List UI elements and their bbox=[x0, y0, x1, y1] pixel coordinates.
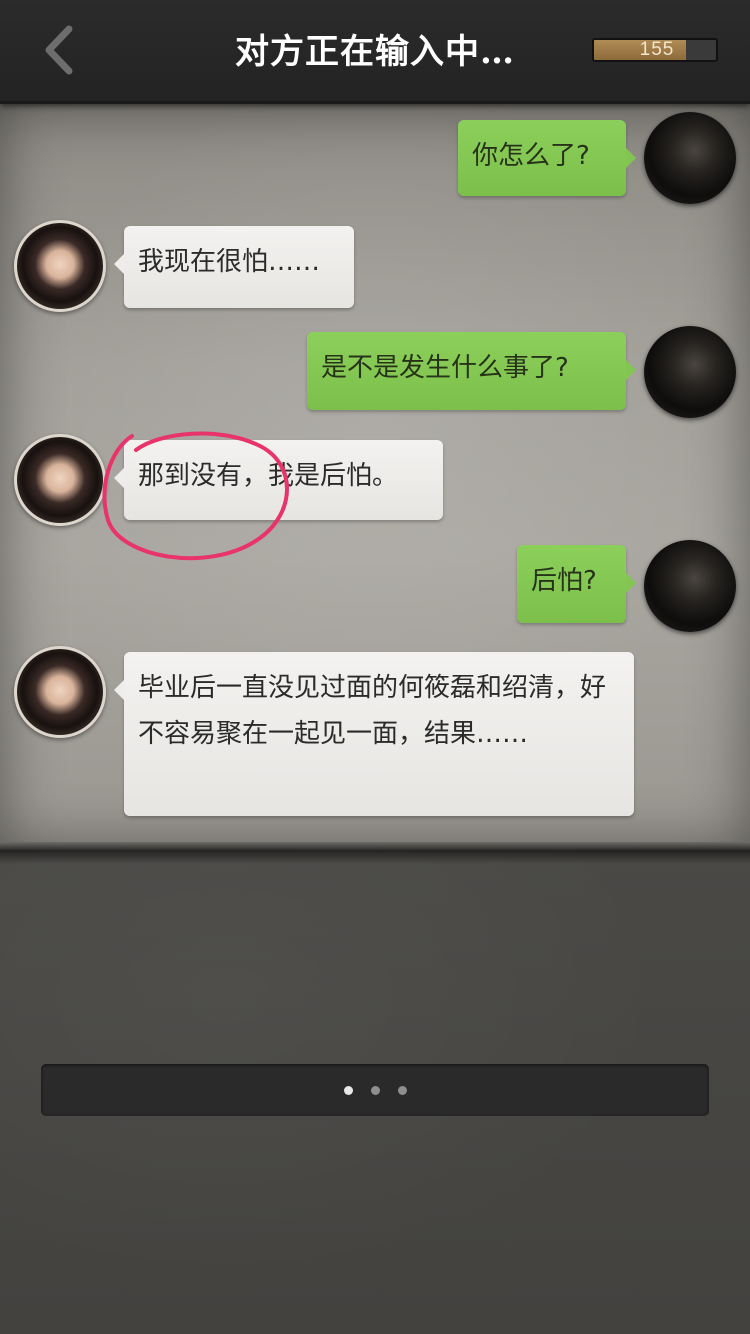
sent-message-bubble[interactable]: 你怎么了? bbox=[458, 120, 636, 196]
player-avatar[interactable] bbox=[644, 112, 736, 204]
player-avatar[interactable] bbox=[644, 326, 736, 418]
received-message-bubble[interactable]: 我现在很怕…… bbox=[114, 226, 354, 308]
score-bar: 155 bbox=[592, 38, 718, 62]
page-dot[interactable] bbox=[343, 1085, 353, 1095]
back-button[interactable] bbox=[30, 22, 86, 82]
message-text: 后怕? bbox=[531, 566, 597, 596]
page-indicator[interactable] bbox=[41, 1064, 709, 1116]
score-value: 155 bbox=[639, 39, 675, 60]
sent-message-bubble[interactable]: 是不是发生什么事了? bbox=[307, 332, 636, 410]
message-text: 我现在很怕…… bbox=[138, 247, 321, 277]
message-text: 毕业后一直没见过面的何筱磊和绍清，好不容易聚在一起见一面，结果…… bbox=[138, 673, 607, 749]
received-message-bubble[interactable]: 那到没有，我是后怕。 bbox=[114, 440, 443, 520]
page-dot[interactable] bbox=[397, 1085, 407, 1095]
sent-message-bubble[interactable]: 后怕? bbox=[517, 545, 636, 623]
chevron-left-icon bbox=[41, 25, 75, 79]
contact-avatar[interactable] bbox=[14, 646, 106, 738]
contact-avatar[interactable] bbox=[14, 434, 106, 526]
message-text: 是不是发生什么事了? bbox=[321, 353, 569, 383]
page-title: 对方正在输入中… bbox=[235, 32, 515, 72]
received-message-bubble[interactable]: 毕业后一直没见过面的何筱磊和绍清，好不容易聚在一起见一面，结果…… bbox=[114, 652, 634, 816]
page-dot[interactable] bbox=[370, 1085, 380, 1095]
contact-avatar[interactable] bbox=[14, 220, 106, 312]
top-bar: 对方正在输入中… 155 bbox=[0, 0, 750, 104]
player-avatar[interactable] bbox=[644, 540, 736, 632]
message-text: 你怎么了? bbox=[472, 141, 590, 171]
message-text: 那到没有，我是后怕。 bbox=[138, 461, 399, 491]
panel-edge-shadow bbox=[0, 850, 750, 864]
